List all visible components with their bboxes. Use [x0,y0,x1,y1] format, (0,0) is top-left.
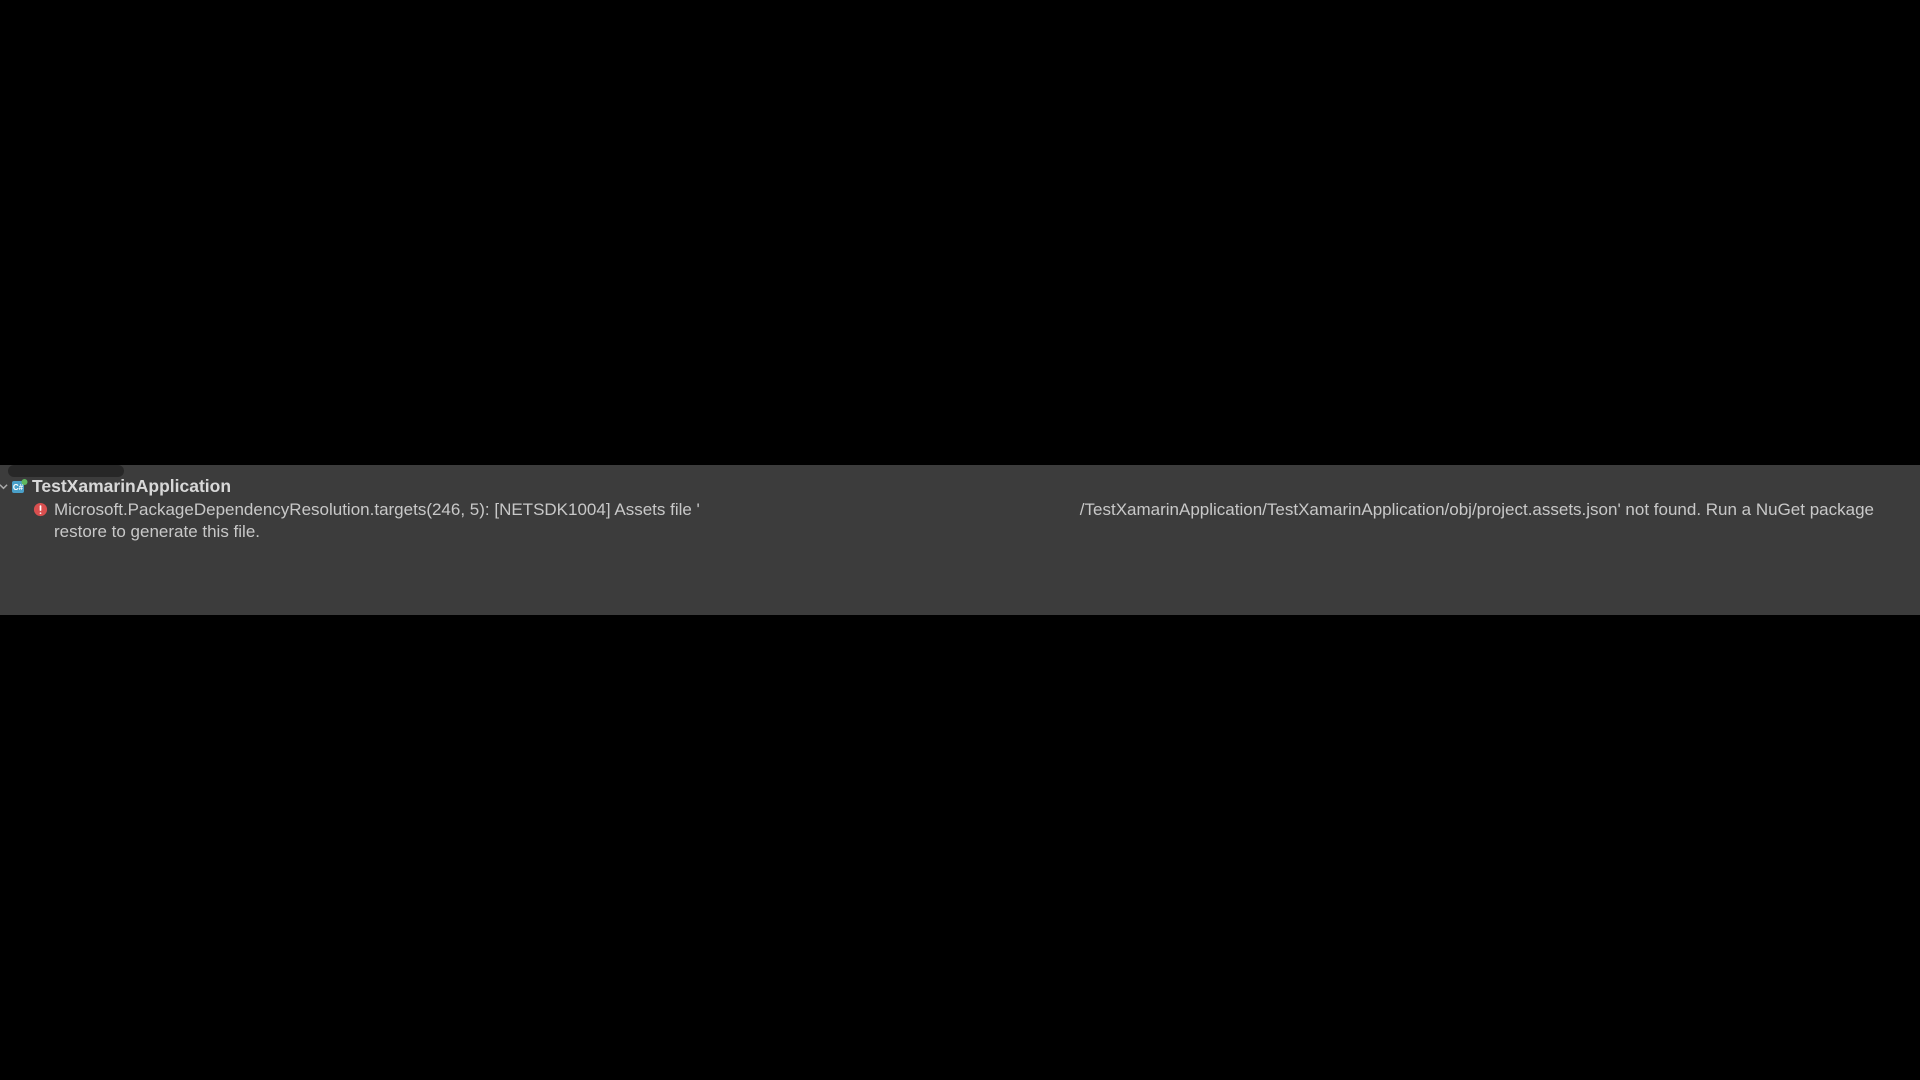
svg-text:C#: C# [12,483,23,492]
chevron-down-icon[interactable] [0,481,8,491]
error-icon [32,501,48,517]
errors-panel: C# TestXamarinApplication Microsoft.Pack… [0,465,1920,615]
horizontal-scrollbar[interactable] [8,465,124,477]
project-name-label: TestXamarinApplication [32,476,231,497]
error-message: Microsoft.PackageDependencyResolution.ta… [54,499,1908,543]
error-message-prefix: Microsoft.PackageDependencyResolution.ta… [54,500,700,519]
project-group-row[interactable]: C# TestXamarinApplication [0,475,1920,497]
letterbox-bottom [0,615,1920,1080]
error-message-line2: restore to generate this file. [54,522,260,541]
error-message-path: /TestXamarinApplication/TestXamarinAppli… [1080,500,1874,519]
error-item[interactable]: Microsoft.PackageDependencyResolution.ta… [0,497,1920,543]
csharp-project-icon: C# [10,477,28,495]
